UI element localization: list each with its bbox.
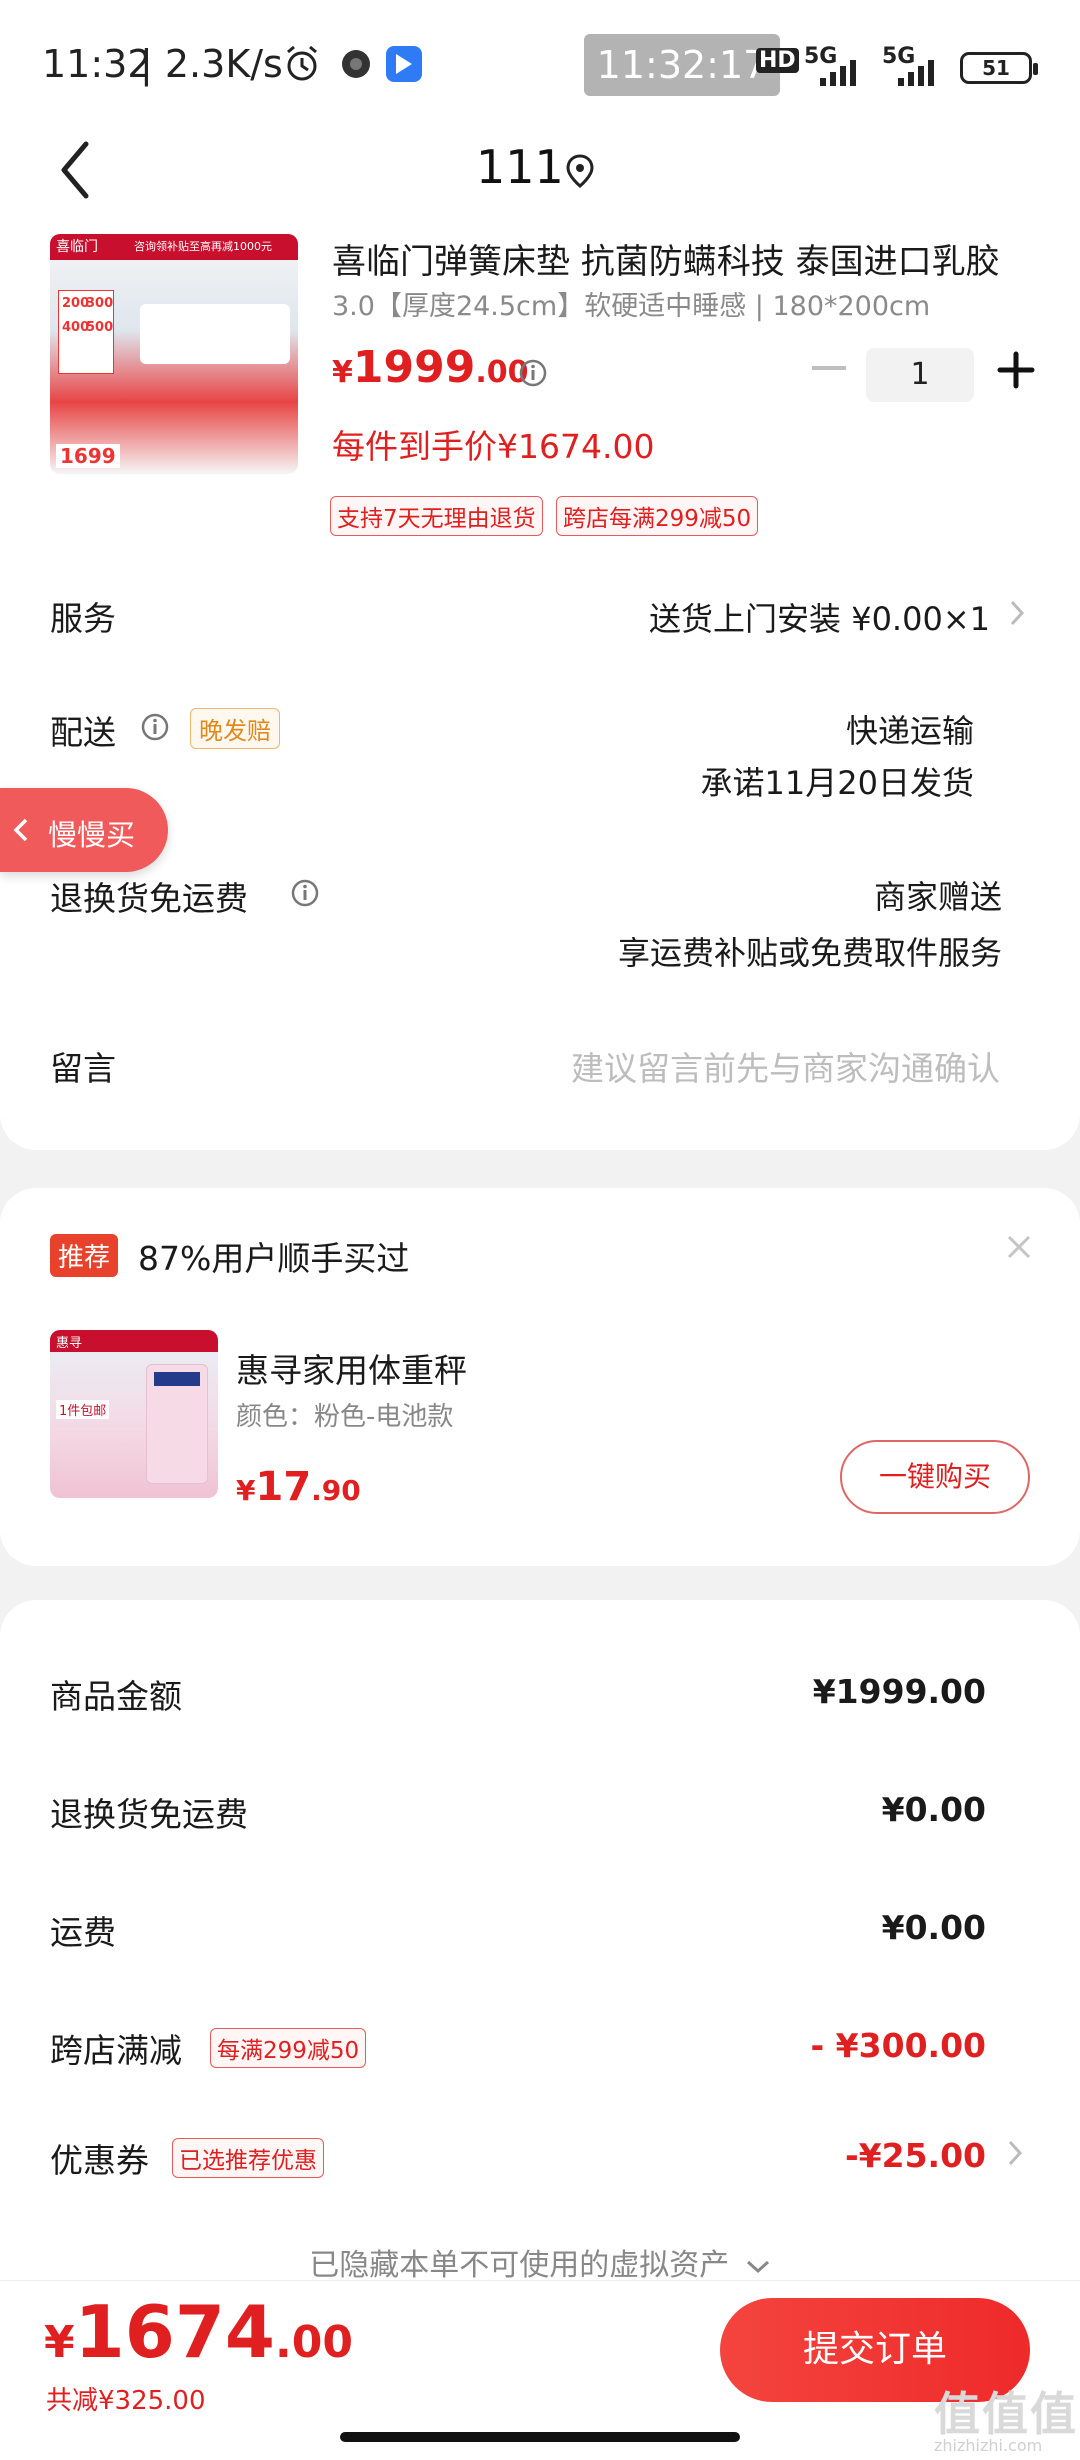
return-shipping-detail: 享运费补贴或免费取件服务 [617,934,1002,972]
recommend-item-name[interactable]: 惠寻家用体重秤 [236,1344,467,1392]
coupon-chevron-right-icon[interactable] [1006,2138,1024,2168]
product-image-brand: 喜临门 [56,239,98,255]
signal-bars-icon-2 [898,60,934,86]
recommendation-card: 推荐 87%用户顺手买过 惠寻 1件包邮 惠寻家用体重秤 颜色：粉色-电池款 ¥… [0,1188,1080,1566]
alarm-icon [287,45,317,81]
return-shipping-value: 商家赠送 [873,878,1002,916]
recommend-item-price: ¥17.90 [236,1464,361,1510]
recommend-item-color: 颜色：粉色-电池款 [236,1402,454,1432]
total-price: ¥1674.00 [44,2290,353,2374]
delivery-info-icon[interactable] [140,712,170,742]
address-title[interactable]: 111 [476,140,564,194]
tag-cross-store-discount: 跨店每满299减50 [556,496,759,536]
watermark-logo: 值值值 [934,2387,1078,2441]
feishu-notification-icon [386,46,422,82]
home-indicator[interactable] [340,2432,740,2442]
product-price: ¥1999.00 [332,342,529,393]
summary-label-cross-store: 跨店满减 [50,2031,182,2070]
total-saved: 共减¥325.00 [46,2386,206,2416]
summary-value-shipping: ¥0.00 [881,1908,986,1947]
product-image[interactable]: 喜临门 咨询领补贴至高再减1000元 200 300 400 500 1699 [50,234,298,474]
summary-tag-coupon[interactable]: 已选推荐优惠 [172,2138,324,2178]
quantity-input[interactable]: 1 [866,348,974,402]
clock-overlay: 11:32:17 [584,34,780,96]
delivery-method: 快递运输 [845,712,974,750]
recommend-badge: 推荐 [50,1234,119,1277]
one-click-buy-button[interactable]: 一键购买 [840,1440,1030,1514]
status-network-speed: | 2.3K/s [140,42,283,86]
float-button-label: 慢慢买 [48,818,136,852]
product-image-promo: 咨询领补贴至高再减1000元 [134,240,272,253]
close-icon[interactable] [1004,1232,1034,1262]
status-time: 11:32 [42,42,152,86]
summary-label-return-shipping: 退换货免运费 [50,1795,248,1834]
chevron-right-icon[interactable] [1008,598,1026,628]
price-info-icon[interactable] [518,358,548,388]
app-notification-icon [342,50,370,78]
price-summary-card: 商品金额 ¥1999.00 退换货免运费 ¥0.00 运费 ¥0.00 跨店满减… [0,1600,1080,2283]
summary-value-coupon[interactable]: -¥25.00 [845,2136,986,2175]
chevron-left-icon [13,818,28,842]
battery-indicator: 51 [960,52,1038,84]
quantity-increase-button[interactable] [996,350,1036,390]
status-bar: 11:32 | 2.3K/s 11:32:17 HD 5G 5G 51 [0,0,1080,130]
delivery-label: 配送 [50,713,116,752]
return-info-icon[interactable] [290,878,320,908]
summary-value-cross-store: - ¥300.00 [810,2026,987,2065]
order-details-card: 喜临门 咨询领补贴至高再减1000元 200 300 400 500 1699 … [0,230,1080,1150]
summary-label-coupon[interactable]: 优惠券 [50,2134,149,2182]
summary-value-return-shipping: ¥0.00 [881,1790,986,1829]
tag-7day-return: 支持7天无理由退货 [330,496,543,536]
manmanmai-float-button[interactable]: 慢慢买 [0,788,168,872]
product-title[interactable]: 喜临门弹簧床垫 抗菌防螨科技 泰国进口乳胶 [332,234,1022,283]
watermark-url: zhizhizhi.com [934,2436,1043,2455]
hd-indicator: HD [756,48,799,73]
back-arrow-icon[interactable] [56,138,96,202]
page-header: 111 [0,130,1080,230]
message-input[interactable]: 建议留言前先与商家沟通确认 [571,1042,1000,1090]
location-pin-icon[interactable] [566,154,594,188]
hidden-assets-toggle[interactable]: 已隐藏本单不可使用的虚拟资产 [0,2240,1080,2284]
recommend-text: 87%用户顺手买过 [138,1239,410,1278]
unit-price-after-discount: 每件到手价¥1674.00 [332,427,655,466]
product-image-price: 1699 [56,444,120,468]
chevron-down-icon [746,2260,769,2273]
summary-value-goods: ¥1999.00 [812,1672,986,1711]
summary-label-shipping: 运费 [50,1913,116,1952]
service-value[interactable]: 送货上门安装 ¥0.00×1 [649,594,990,640]
recommend-item-image[interactable]: 惠寻 1件包邮 [50,1330,218,1498]
signal-bars-icon [820,60,856,86]
product-spec: 3.0【厚度24.5cm】软硬适中睡感 | 180*200cm [332,291,931,322]
late-delivery-compensation-tag: 晚发赔 [190,708,280,749]
service-label: 服务 [50,599,116,638]
summary-label-goods: 商品金额 [50,1677,182,1716]
delivery-promise-date: 承诺11月20日发货 [700,764,974,802]
quantity-decrease-button[interactable] [812,366,846,370]
hidden-assets-note: 已隐藏本单不可使用的虚拟资产 [309,2248,730,2283]
message-label: 留言 [50,1049,116,1088]
return-shipping-label: 退换货免运费 [50,879,248,918]
summary-tag-cross-store: 每满299减50 [210,2028,367,2068]
